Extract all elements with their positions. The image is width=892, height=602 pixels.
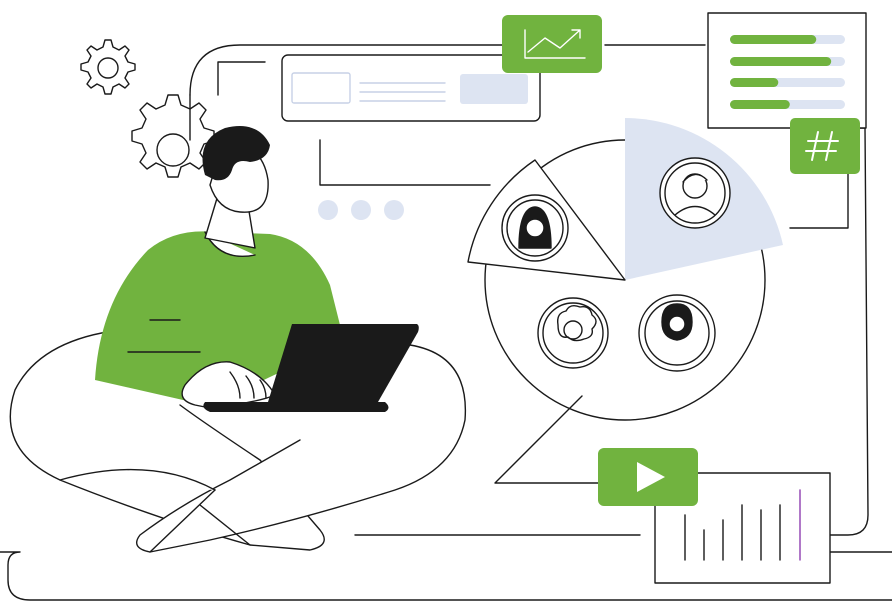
connector-left bbox=[217, 61, 266, 96]
play-badge bbox=[598, 448, 698, 506]
progress-fill bbox=[730, 35, 817, 44]
pie-chart bbox=[467, 118, 783, 421]
browser-window bbox=[281, 54, 541, 122]
avatar bbox=[638, 294, 716, 372]
avatar bbox=[659, 157, 731, 229]
avatar bbox=[537, 297, 609, 369]
gear-icon bbox=[131, 94, 215, 178]
progress-fill bbox=[730, 78, 779, 87]
connector-pie-right bbox=[789, 169, 849, 229]
illustration bbox=[0, 12, 892, 601]
progress-panel bbox=[707, 12, 867, 129]
avatar bbox=[501, 194, 569, 262]
pagination-dots bbox=[318, 200, 404, 220]
connector-window-pie bbox=[319, 139, 491, 186]
hash-badge bbox=[790, 118, 860, 174]
progress-fill bbox=[730, 100, 790, 109]
gear-icon bbox=[80, 39, 136, 95]
progress-fill bbox=[730, 57, 832, 66]
trend-badge bbox=[502, 15, 602, 73]
window-button bbox=[460, 74, 528, 104]
